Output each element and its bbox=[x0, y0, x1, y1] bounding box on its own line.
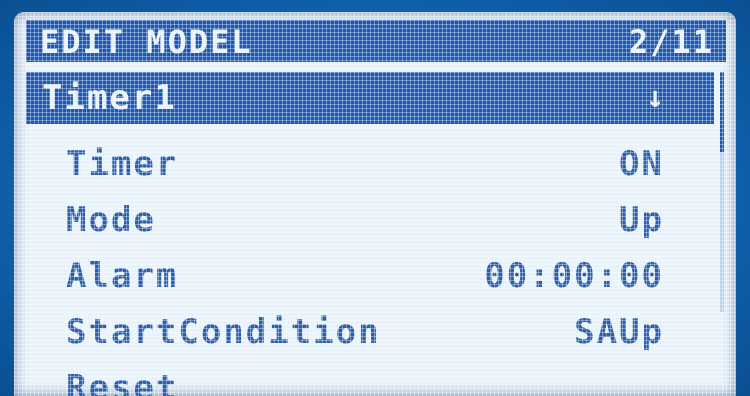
title-bar: EDIT MODEL 2/11 bbox=[26, 20, 726, 62]
setting-value: ON bbox=[619, 144, 664, 184]
menu-item-timer1[interactable]: Timer1 ↓ bbox=[26, 72, 714, 124]
setting-row-reset[interactable]: Reset bbox=[26, 362, 714, 396]
scrollbar[interactable] bbox=[720, 72, 724, 312]
setting-label: Timer bbox=[66, 144, 179, 184]
setting-label: Reset bbox=[66, 368, 179, 396]
setting-row-start-condition[interactable]: StartCondition SAUp bbox=[26, 306, 714, 358]
device-bezel: EDIT MODEL 2/11 Timer1 ↓ Timer ON Mode U… bbox=[0, 0, 750, 396]
setting-label: Alarm bbox=[66, 256, 179, 296]
page-title: EDIT MODEL bbox=[40, 23, 253, 61]
setting-row-mode[interactable]: Mode Up bbox=[26, 194, 714, 246]
setting-value: Up bbox=[619, 200, 664, 240]
setting-row-timer[interactable]: Timer ON bbox=[26, 138, 714, 190]
setting-row-alarm[interactable]: Alarm 00:00:00 bbox=[26, 250, 714, 302]
setting-value: SAUp bbox=[574, 312, 664, 352]
page-indicator: 2/11 bbox=[628, 23, 714, 61]
setting-value: 00:00:00 bbox=[484, 256, 664, 296]
lcd-screen: EDIT MODEL 2/11 Timer1 ↓ Timer ON Mode U… bbox=[14, 12, 736, 396]
expand-arrow-icon: ↓ bbox=[645, 80, 664, 115]
scrollbar-thumb[interactable] bbox=[720, 72, 724, 152]
menu-item-label: Timer1 bbox=[42, 78, 177, 118]
setting-label: StartCondition bbox=[66, 312, 381, 352]
setting-label: Mode bbox=[66, 200, 156, 240]
